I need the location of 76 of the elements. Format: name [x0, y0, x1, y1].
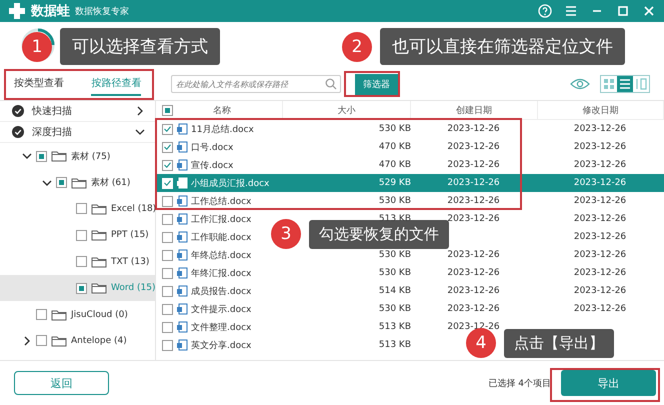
column-header[interactable]: 名称 [213, 104, 231, 116]
callout-bubble: 也可以直接在筛选器定位文件 [380, 28, 625, 65]
folder-item[interactable]: JisuCloud (0) [71, 310, 128, 320]
file-name: 宣传.docx [191, 160, 234, 172]
table-cell: 2023-12-26 [574, 178, 626, 188]
file-name: 口号.docx [191, 142, 234, 154]
file-name: 11月总结.docx [191, 124, 254, 136]
view-tab[interactable]: 按类型查看 [14, 72, 64, 96]
folder-item[interactable]: Antelope (4) [71, 336, 127, 346]
file-name: 成员报告.docx [191, 286, 252, 298]
table-cell: 530 KB [378, 196, 411, 206]
export-button[interactable]: 导出 [561, 370, 656, 396]
table-cell: 470 KB [378, 142, 411, 152]
selected-row[interactable]: 小组成员汇报.docx 529 KB 2023-12-26 2023-12-26 [156, 174, 664, 192]
selection-status: 已选择 4个项目 [488, 378, 551, 390]
table-cell: 2023-12-26 [574, 232, 626, 242]
table-cell: 2023-12-26 [447, 196, 500, 206]
back-button[interactable]: 返回 [14, 371, 109, 395]
table-cell: 2023-12-26 [574, 124, 626, 134]
search-field[interactable]: 在此处输入文件名称或保存路径 [171, 75, 341, 93]
column-header[interactable]: 修改日期 [582, 104, 618, 116]
table-cell: 2023-12-26 [574, 214, 626, 224]
folder-item[interactable]: TXT (13) [111, 256, 150, 267]
step-number-badge: 3 [271, 219, 301, 249]
column-header[interactable]: 大小 [338, 104, 356, 116]
table-cell: 2023-12-26 [447, 178, 500, 188]
folder-item[interactable]: Excel (18) [111, 204, 156, 214]
table-cell: 530 KB [378, 268, 411, 278]
table-cell: 530 KB [378, 304, 411, 314]
table-cell: 513 KB [378, 322, 411, 332]
table-cell: 2023-12-26 [447, 268, 500, 278]
table-cell: 530 KB [378, 250, 411, 260]
table-cell: 2023-12-26 [574, 268, 626, 278]
folder-item[interactable]: PPT (15) [111, 230, 149, 240]
file-name: 年终汇报.docx [191, 268, 252, 280]
view-tab[interactable]: 按路径查看 [91, 72, 142, 96]
app-subtitle: 数据恢复专家 [75, 6, 129, 18]
app-title: 数据蛙 [31, 3, 70, 20]
step-number-badge: 4 [466, 328, 496, 358]
table-cell: 2023-12-26 [574, 196, 626, 206]
file-name: 年终总结.docx [191, 250, 252, 262]
filter-button[interactable]: 筛选器 [355, 74, 398, 94]
scan-item[interactable]: 快速扫描 [32, 104, 127, 118]
callout-bubble: 勾选要恢复的文件 [309, 220, 449, 248]
table-cell: 2023-12-26 [447, 304, 500, 314]
file-name: 工作职能.docx [191, 232, 252, 244]
table-cell: 2023-12-26 [574, 142, 626, 152]
table-cell: 2023-12-26 [447, 142, 500, 152]
callout-bubble: 可以选择查看方式 [60, 28, 220, 65]
file-name: 工作汇报.docx [191, 214, 252, 226]
step-number-badge: 1 [22, 32, 52, 62]
table-cell: 2023-12-26 [447, 160, 500, 170]
file-name: 英文分享.docx [191, 340, 252, 352]
table-cell: 2023-12-26 [447, 214, 500, 224]
file-name: 小组成员汇报.docx [191, 178, 270, 190]
table-cell: 2023-12-26 [447, 286, 500, 296]
table-cell: 513 KB [378, 340, 411, 350]
table-cell: 2023-12-26 [574, 160, 626, 170]
column-header[interactable]: 创建日期 [456, 104, 492, 116]
table-cell: 2023-12-26 [574, 304, 626, 314]
table-cell: 2023-12-26 [447, 124, 500, 134]
folder-item[interactable]: 素材 (61) [91, 176, 130, 190]
table-cell: 514 KB [378, 286, 411, 296]
table-cell: 2023-12-26 [574, 286, 626, 296]
step-number-badge: 2 [342, 32, 372, 62]
table-cell: 2023-12-26 [447, 250, 500, 260]
file-name: 工作总结.docx [191, 196, 252, 208]
file-name: 文件提示.docx [191, 304, 252, 316]
scan-item[interactable]: 深度扫描 [32, 125, 127, 139]
table-cell: 529 KB [378, 178, 411, 188]
table-cell: 2023-12-26 [574, 250, 626, 260]
table-cell: 530 KB [378, 124, 411, 134]
table-cell: 470 KB [378, 160, 411, 170]
folder-item[interactable]: 素材 (75) [71, 150, 110, 163]
callout-bubble: 点击【导出】 [504, 328, 614, 358]
file-name: 文件整理.docx [191, 322, 252, 334]
